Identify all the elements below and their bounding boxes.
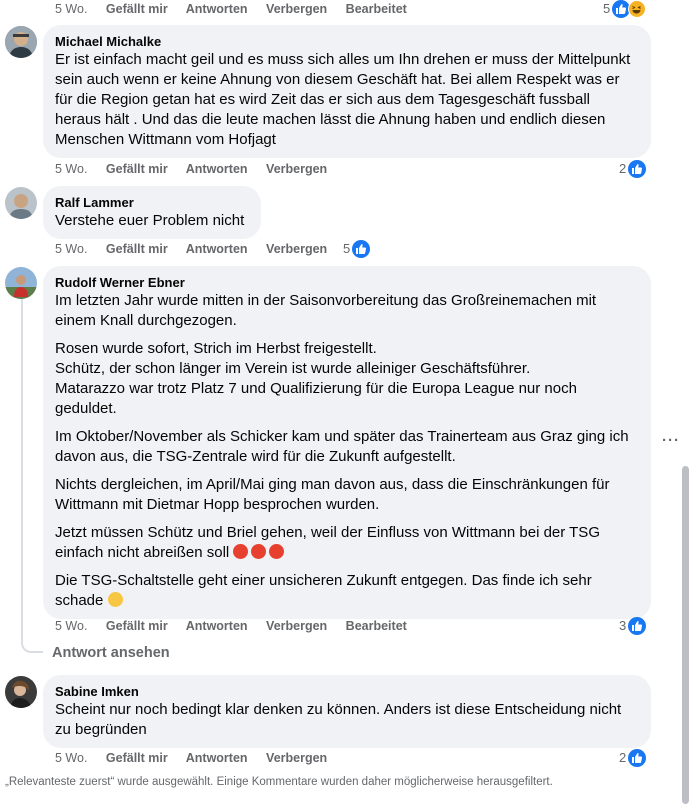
angry-emoji (233, 544, 249, 559)
reaction-number: 2 (619, 750, 627, 765)
comment-actions: 5 Wo. Gefällt mir Antworten Verbergen (55, 750, 342, 766)
reaction-count[interactable]: 3 (619, 617, 647, 635)
hide-button[interactable]: Verbergen (266, 162, 327, 176)
comment-bubble: Ralf Lammer Verstehe euer Problem nicht (43, 186, 261, 239)
hide-button[interactable]: Verbergen (266, 619, 327, 633)
avatar[interactable] (5, 267, 37, 299)
comment-author[interactable]: Michael Michalke (55, 33, 639, 50)
like-icon (628, 617, 647, 635)
like-icon (628, 749, 647, 767)
comment-time[interactable]: 5 Wo. (55, 619, 87, 633)
comment-text: Verstehe euer Problem nicht (55, 211, 249, 231)
comment-paragraph-with-emoji: Die TSG-Schaltstelle geht einer unsicher… (55, 571, 639, 611)
comment-paragraph-with-emoji: Jetzt müssen Schütz und Briel gehen, wei… (55, 523, 639, 563)
reaction-number: 5 (603, 1, 611, 16)
comment-paragraph: Im Oktober/November als Schicker kam und… (55, 428, 629, 465)
edited-label: Bearbeitet (345, 2, 407, 16)
comment-actions: 5 Wo. Gefällt mir Antworten Verbergen Be… (55, 618, 422, 634)
reply-button[interactable]: Antworten (186, 162, 248, 176)
like-button[interactable]: Gefällt mir (106, 162, 168, 176)
like-icon (628, 160, 647, 178)
reply-button[interactable]: Antworten (186, 751, 248, 765)
comment-bubble: Sabine Imken Scheint nur noch bedingt kl… (43, 675, 651, 748)
avatar[interactable] (5, 26, 37, 58)
reaction-number: 2 (619, 161, 627, 176)
reaction-number: 3 (619, 618, 627, 633)
comment-paragraph: Verstehe euer Problem nicht (55, 212, 245, 229)
hide-button[interactable]: Verbergen (266, 2, 327, 16)
like-icon (352, 240, 371, 258)
more-options-icon[interactable]: ··· (662, 432, 680, 449)
like-button[interactable]: Gefällt mir (106, 751, 168, 765)
comment-actions: 5 Wo. Gefällt mir Antworten Verbergen (55, 241, 342, 257)
avatar[interactable] (5, 187, 37, 219)
comment-time[interactable]: 5 Wo. (55, 751, 87, 765)
comment-paragraph: Die TSG-Schaltstelle geht einer unsicher… (55, 572, 592, 609)
comment-bubble: Michael Michalke Er ist einfach macht ge… (43, 25, 651, 158)
sad-emoji (107, 592, 123, 607)
comment-bubble: Rudolf Werner Ebner Im letzten Jahr wurd… (43, 266, 651, 619)
reaction-count[interactable]: 5 (603, 0, 647, 18)
avatar[interactable] (5, 676, 37, 708)
comment-paragraph: Jetzt müssen Schütz und Briel gehen, wei… (55, 524, 600, 561)
comment-time[interactable]: 5 Wo. (55, 242, 87, 256)
comment-author[interactable]: Sabine Imken (55, 683, 639, 700)
comment-author[interactable]: Ralf Lammer (55, 194, 249, 211)
reply-button[interactable]: Antworten (186, 2, 248, 16)
comment-time[interactable]: 5 Wo. (55, 162, 87, 176)
angry-emoji (269, 544, 285, 559)
haha-icon (628, 0, 647, 18)
comment-text: Er ist einfach macht geil und es muss si… (55, 50, 639, 150)
comment-paragraph: Rosen wurde sofort, Strich im Herbst fre… (55, 340, 577, 417)
like-button[interactable]: Gefällt mir (106, 242, 168, 256)
reaction-count[interactable]: 2 (619, 749, 647, 767)
hide-button[interactable]: Verbergen (266, 242, 327, 256)
reaction-count[interactable]: 2 (619, 160, 647, 178)
comment-actions: 5 Wo. Gefällt mir Antworten Verbergen (55, 161, 342, 177)
scrollbar[interactable] (682, 466, 689, 804)
comment-paragraph: Er ist einfach macht geil und es muss si… (55, 51, 631, 148)
like-button[interactable]: Gefällt mir (106, 619, 168, 633)
edited-label: Bearbeitet (345, 619, 407, 633)
reply-button[interactable]: Antworten (186, 619, 248, 633)
reply-button[interactable]: Antworten (186, 242, 248, 256)
view-replies-button[interactable]: Antwort ansehen (52, 645, 170, 661)
comment-author[interactable]: Rudolf Werner Ebner (55, 274, 639, 291)
comment-actions-top: 5 Wo. Gefällt mir Antworten Verbergen Be… (55, 1, 422, 17)
comment-paragraph: Scheint nur noch bedingt klar denken zu … (55, 701, 622, 738)
reaction-number: 5 (343, 241, 351, 256)
like-button[interactable]: Gefällt mir (106, 2, 168, 16)
hide-button[interactable]: Verbergen (266, 751, 327, 765)
comment-paragraph: Im letzten Jahr wurde mitten in der Sais… (55, 292, 597, 329)
comment-text: Scheint nur noch bedingt klar denken zu … (55, 700, 639, 740)
comment-time[interactable]: 5 Wo. (55, 2, 87, 16)
thread-line (21, 299, 23, 641)
angry-emoji (251, 544, 267, 559)
reaction-count[interactable]: 5 (343, 240, 371, 258)
filter-notice: „Relevanteste zuerst“ wurde ausgewählt. … (5, 776, 553, 788)
thread-connector (21, 641, 43, 653)
comment-text: Im letzten Jahr wurde mitten in der Sais… (55, 291, 639, 611)
comment-paragraph: Nichts dergleichen, im April/Mai ging ma… (55, 476, 610, 513)
